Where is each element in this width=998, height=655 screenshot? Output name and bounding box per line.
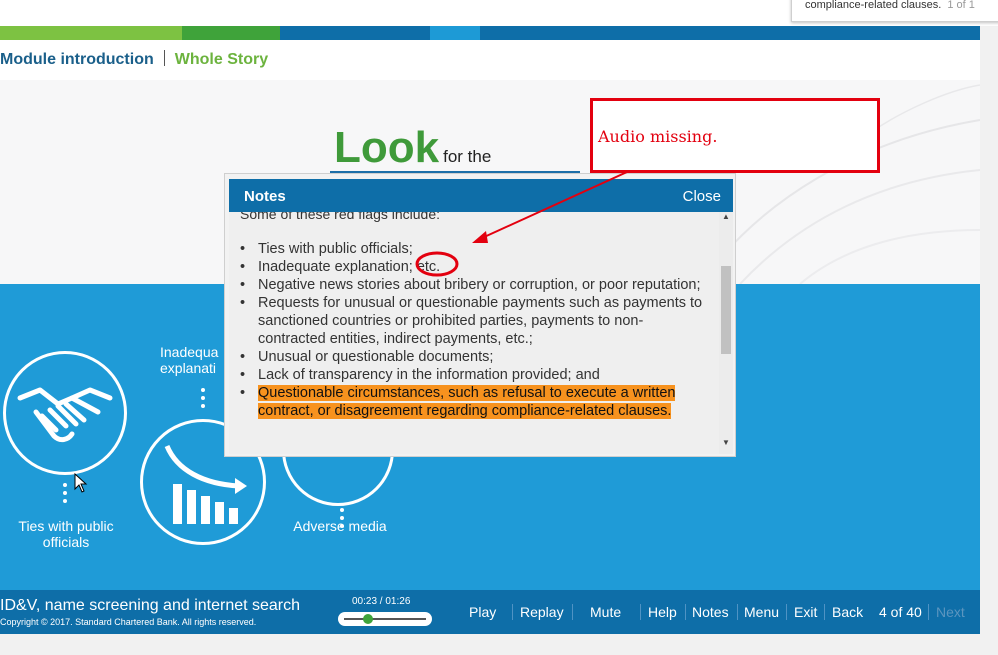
page-counter: 4 of 40 [879, 604, 922, 620]
find-in-page-popup: compliance-related clauses. 1 of 1 [791, 0, 998, 22]
list-item: Ties with public officials; [240, 240, 710, 258]
control-divider [512, 604, 513, 620]
notes-list: Ties with public officials; Inadequate e… [240, 240, 710, 420]
notes-intro: Some of these red flags include: [240, 212, 441, 222]
notes-header: Notes Close [229, 179, 733, 212]
notes-button[interactable]: Notes [692, 604, 729, 620]
help-button[interactable]: Help [648, 604, 677, 620]
chart-connector-dots [201, 388, 205, 412]
heading-for-the: for the [443, 147, 492, 166]
slide-heading: Look for the [334, 123, 491, 173]
scrubber-track [344, 618, 426, 620]
list-item: Unusual or questionable documents; [240, 348, 710, 366]
strip-segment-1 [0, 26, 182, 40]
control-divider [786, 604, 787, 620]
replay-button[interactable]: Replay [520, 604, 564, 620]
notes-body[interactable]: Some of these red flags include: Ties wi… [229, 212, 719, 454]
copyright-text: Copyright © 2017. Standard Chartered Ban… [0, 617, 257, 627]
course-title: ID&V, name screening and internet search [0, 597, 301, 614]
exit-button[interactable]: Exit [794, 604, 817, 620]
scrollbar-thumb[interactable] [721, 266, 731, 354]
strip-segment-2 [182, 26, 280, 40]
notes-title: Notes [244, 188, 286, 205]
breadcrumb: Module introduction Whole Story [0, 50, 268, 69]
control-divider [572, 604, 573, 620]
heading-look: Look [334, 123, 440, 172]
next-button[interactable]: Next [936, 604, 965, 620]
control-divider [824, 604, 825, 620]
list-item: Inadequate explanation; etc. [240, 258, 710, 276]
strip-segment-3 [280, 26, 430, 40]
strip-segment-4 [430, 26, 480, 40]
find-result-text: compliance-related clauses. [805, 0, 942, 11]
scroll-up-arrow-icon[interactable]: ▲ [722, 212, 730, 221]
strip-segment-5 [480, 26, 980, 40]
adverse-media-label: Adverse media [293, 518, 387, 534]
play-button[interactable]: Play [469, 604, 496, 620]
playback-scrubber[interactable] [338, 612, 432, 626]
mute-button[interactable]: Mute [590, 604, 621, 620]
breadcrumb-section[interactable]: Module introduction [0, 51, 154, 68]
list-item-highlighted: Questionable circumstances, such as refu… [240, 384, 710, 420]
find-result-count: 1 of 1 [947, 0, 975, 11]
handshake-icon-circle[interactable] [3, 351, 127, 475]
annotation-text: Audio missing. [598, 127, 718, 146]
breadcrumb-current: Whole Story [174, 51, 269, 68]
menu-button[interactable]: Menu [744, 604, 779, 620]
control-divider [685, 604, 686, 620]
list-item: Requests for unusual or questionable pay… [240, 294, 710, 348]
annotation-callout: Audio missing. [590, 98, 880, 173]
player-control-bar: ID&V, name screening and internet search… [0, 590, 980, 634]
color-strip [0, 26, 980, 40]
notes-scrollbar[interactable]: ▲ ▼ [719, 212, 733, 454]
playback-time: 00:23 / 01:26 [352, 596, 411, 607]
notes-window: Notes Close Some of these red flags incl… [224, 173, 736, 457]
breadcrumb-divider [163, 50, 165, 66]
notes-close-button[interactable]: Close [683, 188, 721, 205]
control-divider [928, 604, 929, 620]
handshake-icon [17, 387, 113, 443]
control-divider [640, 604, 641, 620]
list-item: Lack of transparency in the information … [240, 366, 710, 384]
control-divider [737, 604, 738, 620]
handshake-label: Ties with public officials [18, 518, 114, 550]
scrubber-knob[interactable] [363, 614, 374, 624]
mouse-cursor-icon [74, 473, 88, 493]
back-button[interactable]: Back [832, 604, 863, 620]
handshake-connector-dots [63, 483, 67, 507]
list-item: Negative news stories about bribery or c… [240, 276, 710, 294]
scroll-down-arrow-icon[interactable]: ▼ [722, 438, 730, 447]
